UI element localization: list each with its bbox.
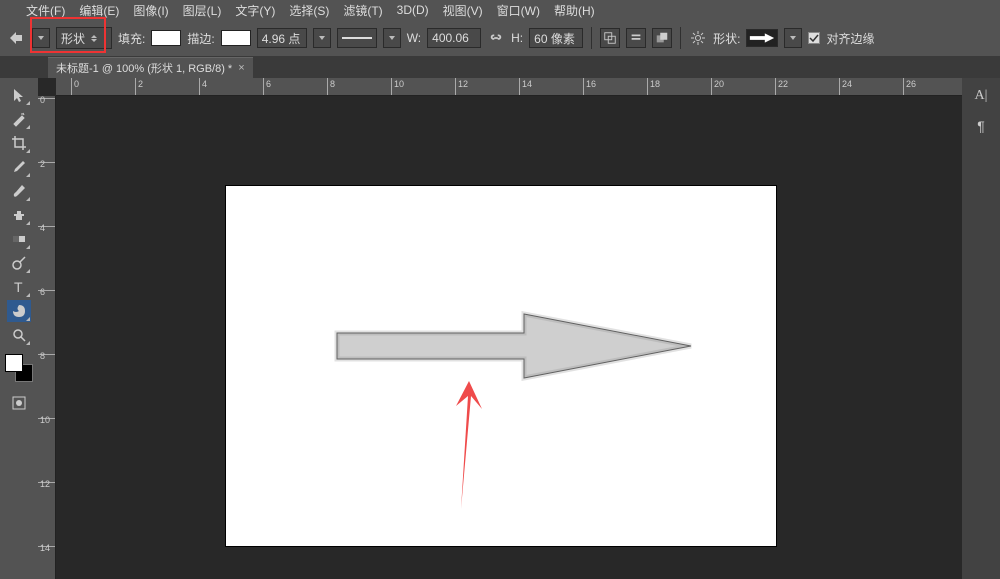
move-tool[interactable] xyxy=(7,84,31,106)
menu-3d[interactable]: 3D(D) xyxy=(393,1,433,19)
vertical-ruler[interactable]: 02468101214 xyxy=(38,96,56,579)
separator xyxy=(680,27,681,49)
tool-mode-dropdown[interactable]: 形状 xyxy=(56,27,112,49)
red-annotation-arrow xyxy=(436,381,496,511)
shape-picker-dropdown[interactable] xyxy=(784,28,802,48)
dodge-tool[interactable] xyxy=(7,252,31,274)
shape-picker-label: 形状: xyxy=(713,30,740,47)
menu-image[interactable]: 图像(I) xyxy=(129,0,172,21)
brush-tool[interactable] xyxy=(7,180,31,202)
menu-select[interactable]: 选择(S) xyxy=(285,0,333,21)
menu-filter[interactable]: 滤镜(T) xyxy=(339,0,386,21)
eyedropper-tool[interactable] xyxy=(7,156,31,178)
quick-mask-toggle[interactable] xyxy=(7,392,31,414)
foreground-color-swatch[interactable] xyxy=(5,354,23,372)
options-bar: 形状 填充: 描边: 4.96 点 W: 400.06 H: 60 像素 形状:… xyxy=(0,20,1000,56)
clone-stamp-tool[interactable] xyxy=(7,204,31,226)
separator xyxy=(591,27,592,49)
tool-preset-dropdown[interactable] xyxy=(32,28,50,48)
stroke-style-dropdown[interactable] xyxy=(337,28,377,48)
zoom-tool[interactable] xyxy=(7,324,31,346)
menu-window[interactable]: 窗口(W) xyxy=(493,0,544,21)
type-tool[interactable]: T xyxy=(7,276,31,298)
menu-type[interactable]: 文字(Y) xyxy=(231,0,279,21)
menu-edit[interactable]: 编辑(E) xyxy=(75,0,123,21)
shape-tool-icon[interactable] xyxy=(6,28,26,48)
right-panel-strip: A| ¶ xyxy=(962,78,1000,579)
canvas[interactable] xyxy=(226,186,776,546)
path-alignment-button[interactable] xyxy=(626,28,646,48)
fill-swatch[interactable] xyxy=(151,30,181,46)
tool-mode-label: 形状 xyxy=(61,30,85,47)
menu-view[interactable]: 视图(V) xyxy=(439,0,487,21)
align-edges-label: 对齐边缘 xyxy=(826,30,874,47)
menu-bar: 文件(F) 编辑(E) 图像(I) 图层(L) 文字(Y) 选择(S) 滤镜(T… xyxy=(0,0,1000,20)
arrow-shape-layer[interactable] xyxy=(334,311,694,381)
tools-panel: T xyxy=(0,78,38,579)
dropdown-arrows-icon xyxy=(91,35,97,42)
stroke-label: 描边: xyxy=(187,30,214,47)
menu-file[interactable]: 文件(F) xyxy=(22,0,69,21)
fill-label: 填充: xyxy=(118,30,145,47)
svg-text:T: T xyxy=(14,279,23,295)
stroke-style-caret[interactable] xyxy=(383,28,401,48)
character-panel-icon[interactable]: A| xyxy=(970,86,992,106)
magic-wand-tool[interactable] xyxy=(7,108,31,130)
stroke-width-dropdown[interactable] xyxy=(313,28,331,48)
width-field[interactable]: 400.06 xyxy=(427,28,481,48)
document-tab-bar: 未标题-1 @ 100% (形状 1, RGB/8) * × xyxy=(0,56,1000,78)
document-tab[interactable]: 未标题-1 @ 100% (形状 1, RGB/8) * × xyxy=(48,57,253,78)
width-label: W: xyxy=(407,31,421,45)
document-tab-title: 未标题-1 @ 100% (形状 1, RGB/8) * xyxy=(56,60,232,76)
menu-layer[interactable]: 图层(L) xyxy=(179,0,226,21)
document-area: 02468101214161820222426 02468101214 xyxy=(38,78,962,579)
path-arrangement-button[interactable] xyxy=(652,28,672,48)
paragraph-panel-icon[interactable]: ¶ xyxy=(970,116,992,136)
stroke-width-field[interactable]: 4.96 点 xyxy=(257,28,307,48)
height-label: H: xyxy=(511,31,523,45)
crop-tool[interactable] xyxy=(7,132,31,154)
color-swatches[interactable] xyxy=(5,354,33,382)
link-wh-icon[interactable] xyxy=(487,28,505,48)
custom-shape-tool[interactable] xyxy=(7,300,31,322)
gradient-tool[interactable] xyxy=(7,228,31,250)
gear-icon[interactable] xyxy=(689,29,707,47)
path-operations-button[interactable] xyxy=(600,28,620,48)
close-tab-icon[interactable]: × xyxy=(238,62,244,74)
menu-help[interactable]: 帮助(H) xyxy=(550,0,599,21)
align-edges-checkbox[interactable] xyxy=(808,32,820,44)
horizontal-ruler[interactable]: 02468101214161820222426 xyxy=(56,78,962,96)
shape-picker[interactable] xyxy=(746,29,778,47)
canvas-viewport[interactable] xyxy=(56,96,962,579)
height-field[interactable]: 60 像素 xyxy=(529,28,583,48)
stroke-swatch[interactable] xyxy=(221,30,251,46)
